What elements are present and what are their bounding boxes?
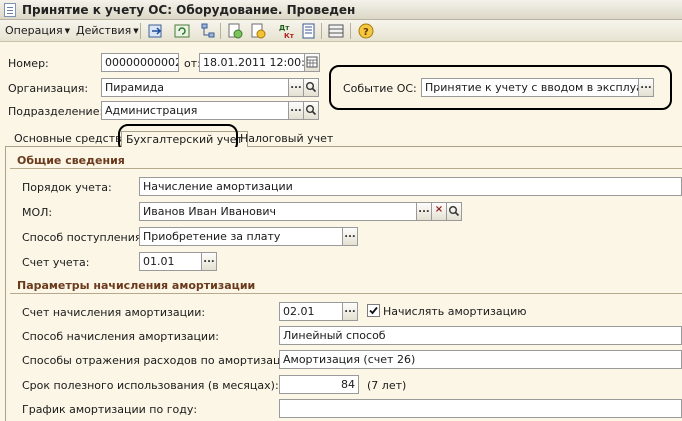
svg-text:?: ?: [363, 27, 369, 38]
expense-method-label: Способы отражения расходов по амортизаци…: [22, 354, 299, 367]
number-label: Номер:: [8, 57, 49, 70]
organization-select-button[interactable]: ...: [288, 78, 304, 97]
calendar-icon: [306, 56, 318, 68]
debit-credit-icon[interactable]: Дт Кт: [278, 22, 296, 40]
organization-field[interactable]: Пирамида: [101, 78, 289, 97]
tab-fixed-assets[interactable]: Основные средства: [10, 131, 132, 147]
account-select-button[interactable]: ...: [201, 252, 217, 271]
toolbar-separator: [350, 23, 351, 39]
schedule-label: График амортизации по году:: [22, 403, 198, 416]
date-field[interactable]: 18.01.2011 12:00:00: [199, 53, 305, 72]
schedule-field[interactable]: [279, 399, 682, 418]
chevron-down-icon: ▼: [133, 27, 139, 35]
accrue-depreciation-checkbox[interactable]: [367, 304, 380, 317]
list-icon[interactable]: [327, 22, 345, 40]
receipt-method-label: Способ поступления:: [22, 231, 146, 244]
account-label: Счет учета:: [22, 256, 90, 269]
useful-life-label: Срок полезного использования (в месяцах)…: [22, 379, 279, 392]
useful-life-years: (7 лет): [367, 379, 407, 392]
toolbar-separator: [321, 23, 322, 39]
division-label: Подразделение:: [8, 105, 104, 118]
division-search-button[interactable]: [303, 101, 319, 120]
refresh-icon[interactable]: [173, 22, 191, 40]
mol-search-button[interactable]: [446, 202, 462, 221]
checkmark-icon: [369, 306, 378, 315]
operation-menu-label: Операция: [5, 24, 63, 37]
division-select-button[interactable]: ...: [288, 101, 304, 120]
event-label: Событие ОС:: [343, 82, 417, 95]
copy-icon[interactable]: [226, 22, 244, 40]
help-icon[interactable]: ?: [357, 22, 375, 40]
post-icon[interactable]: [147, 22, 165, 40]
depreciation-account-field[interactable]: 02.01: [279, 302, 343, 321]
accounting-order-label: Порядок учета:: [22, 181, 112, 194]
section-divider: [10, 168, 682, 169]
svg-text:Дт: Дт: [279, 24, 290, 32]
event-field[interactable]: Принятие к учету с вводом в эксплуатаци: [421, 78, 639, 97]
doc-check-icon[interactable]: [249, 22, 267, 40]
mol-clear-button[interactable]: ×: [431, 202, 447, 221]
search-icon: [449, 206, 460, 217]
chevron-down-icon: ▼: [64, 27, 70, 35]
calendar-button[interactable]: [304, 53, 320, 72]
accounting-order-field[interactable]: Начисление амортизации: [139, 177, 682, 196]
depreciation-account-select-button[interactable]: ...: [342, 302, 358, 321]
mol-select-button[interactable]: ...: [416, 202, 432, 221]
svg-text:Кт: Кт: [284, 32, 295, 40]
depreciation-section-title: Параметры начисления амортизации: [17, 279, 256, 292]
number-field[interactable]: 00000000002: [101, 53, 179, 72]
toolbar-separator: [140, 23, 141, 39]
document-icon: [4, 3, 16, 17]
mol-field[interactable]: Иванов Иван Иванович: [139, 202, 417, 221]
actions-menu-label: Действия: [76, 24, 132, 37]
account-field[interactable]: 01.01: [139, 252, 202, 271]
operation-menu[interactable]: Операция ▼: [5, 24, 70, 37]
accrue-depreciation-label: Начислять амортизацию: [383, 305, 527, 318]
general-section-title: Общие сведения: [17, 154, 125, 167]
title-bar: Принятие к учету ОС: Оборудование. Прове…: [0, 0, 682, 20]
toolbar: Операция ▼ Действия ▼ Дт Кт ?: [0, 20, 682, 42]
receipt-method-field[interactable]: Приобретение за плату: [139, 227, 343, 246]
section-divider: [10, 293, 682, 294]
expense-method-field[interactable]: Амортизация (счет 26): [279, 350, 682, 369]
event-select-button[interactable]: ...: [638, 78, 654, 97]
report-icon[interactable]: [300, 22, 318, 40]
depreciation-method-label: Способ начисления амортизации:: [22, 330, 219, 343]
organization-search-button[interactable]: [303, 78, 319, 97]
receipt-method-select-button[interactable]: ...: [342, 227, 358, 246]
structure-icon[interactable]: [199, 22, 217, 40]
search-icon: [306, 82, 317, 93]
organization-label: Организация:: [8, 82, 89, 95]
search-icon: [306, 105, 317, 116]
depreciation-method-field[interactable]: Линейный способ: [279, 326, 682, 345]
mol-label: МОЛ:: [22, 206, 53, 219]
depreciation-account-label: Счет начисления амортизации:: [22, 306, 206, 319]
window-title: Принятие к учету ОС: Оборудование. Прове…: [22, 3, 356, 17]
toolbar-separator: [220, 23, 221, 39]
tab-tax[interactable]: Налоговый учет: [236, 131, 337, 147]
actions-menu[interactable]: Действия ▼: [76, 24, 139, 37]
useful-life-field[interactable]: 84: [279, 375, 359, 394]
division-field[interactable]: Администрация: [101, 101, 289, 120]
